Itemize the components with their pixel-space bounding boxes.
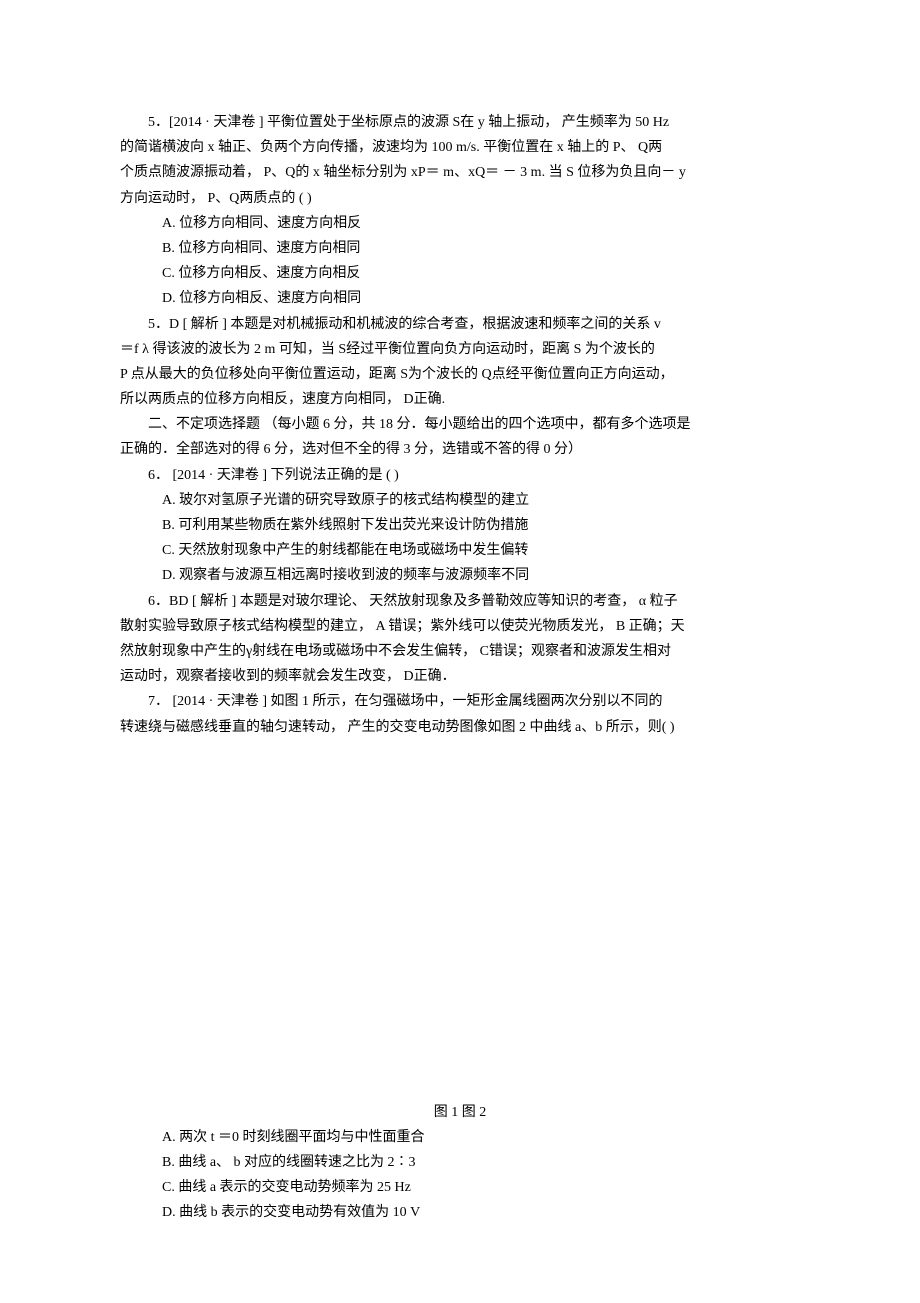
q7-stem-line1: 7． [2014 · 天津卷 ] 如图 1 所示，在匀强磁场中，一矩形金属线圈两… xyxy=(120,689,800,714)
q5-option-d: D. 位移方向相反、速度方向相同 xyxy=(120,286,800,311)
q5-stem-line3: 个质点随波源振动着， P、Q的 x 轴坐标分别为 xP＝ m、xQ＝ － 3 m… xyxy=(120,160,800,185)
q5-stem-line1: 5．[2014 · 天津卷 ] 平衡位置处于坐标原点的波源 S在 y 轴上振动，… xyxy=(120,110,800,135)
q5-answer-line4: 所以两质点的位移方向相反，速度方向相同， D正确. xyxy=(120,387,800,412)
q6-option-a: A. 玻尔对氢原子光谱的研究导致原子的核式结构模型的建立 xyxy=(120,488,800,513)
q6-option-d: D. 观察者与波源互相远离时接收到波的频率与波源频率不同 xyxy=(120,563,800,588)
document-page: 5．[2014 · 天津卷 ] 平衡位置处于坐标原点的波源 S在 y 轴上振动，… xyxy=(0,0,920,1303)
q5-option-c: C. 位移方向相反、速度方向相反 xyxy=(120,261,800,286)
q7-stem-line2: 转速绕与磁感线垂直的轴匀速转动， 产生的交变电动势图像如图 2 中曲线 a、b … xyxy=(120,715,800,740)
q7-option-d: D. 曲线 b 表示的交变电动势有效值为 10 V xyxy=(120,1200,800,1225)
section2-heading-line1: 二、不定项选择题 （每小题 6 分，共 18 分．每小题给出的四个选项中，都有多… xyxy=(120,412,800,437)
q7-figure-labels: 图 1 图 2 xyxy=(120,1100,800,1125)
q5-stem-line2: 的简谐横波向 x 轴正、负两个方向传播，波速均为 100 m/s. 平衡位置在 … xyxy=(120,135,800,160)
q7-option-c: C. 曲线 a 表示的交变电动势频率为 25 Hz xyxy=(120,1175,800,1200)
q5-option-b: B. 位移方向相同、速度方向相同 xyxy=(120,236,800,261)
q6-answer-line1: 6．BD [ 解析 ] 本题是对玻尔理论、 天然放射现象及多普勒效应等知识的考查… xyxy=(120,589,800,614)
q5-option-a: A. 位移方向相同、速度方向相反 xyxy=(120,211,800,236)
q6-option-c: C. 天然放射现象中产生的射线都能在电场或磁场中发生偏转 xyxy=(120,538,800,563)
q6-answer-line3: 然放射现象中产生的γ射线在电场或磁场中不会发生偏转， C错误；观察者和波源发生相… xyxy=(120,639,800,664)
q5-answer-line1: 5．D [ 解析 ] 本题是对机械振动和机械波的综合考查，根据波速和频率之间的关… xyxy=(120,312,800,337)
q6-answer-line4: 运动时，观察者接收到的频率就会发生改变， D正确． xyxy=(120,664,800,689)
q5-answer-line3: P 点从最大的负位移处向平衡位置运动，距离 S为个波长的 Q点经平衡位置向正方向… xyxy=(120,362,800,387)
q5-stem-line4: 方向运动时， P、Q两质点的 ( ) xyxy=(120,186,800,211)
q6-option-b: B. 可利用某些物质在紫外线照射下发出荧光来设计防伪措施 xyxy=(120,513,800,538)
section2-heading-line2: 正确的．全部选对的得 6 分，选对但不全的得 3 分，选错或不答的得 0 分） xyxy=(120,437,800,462)
q5-answer-line2: ＝f λ 得该波的波长为 2 m 可知，当 S经过平衡位置向负方向运动时，距离 … xyxy=(120,337,800,362)
q6-answer-line2: 散射实验导致原子核式结构模型的建立， A 错误；紫外线可以使荧光物质发光， B … xyxy=(120,614,800,639)
q6-stem: 6． [2014 · 天津卷 ] 下列说法正确的是 ( ) xyxy=(120,463,800,488)
q7-option-a: A. 两次 t ＝0 时刻线圈平面均与中性面重合 xyxy=(120,1125,800,1150)
q7-option-b: B. 曲线 a、 b 对应的线圈转速之比为 2∶3 xyxy=(120,1150,800,1175)
